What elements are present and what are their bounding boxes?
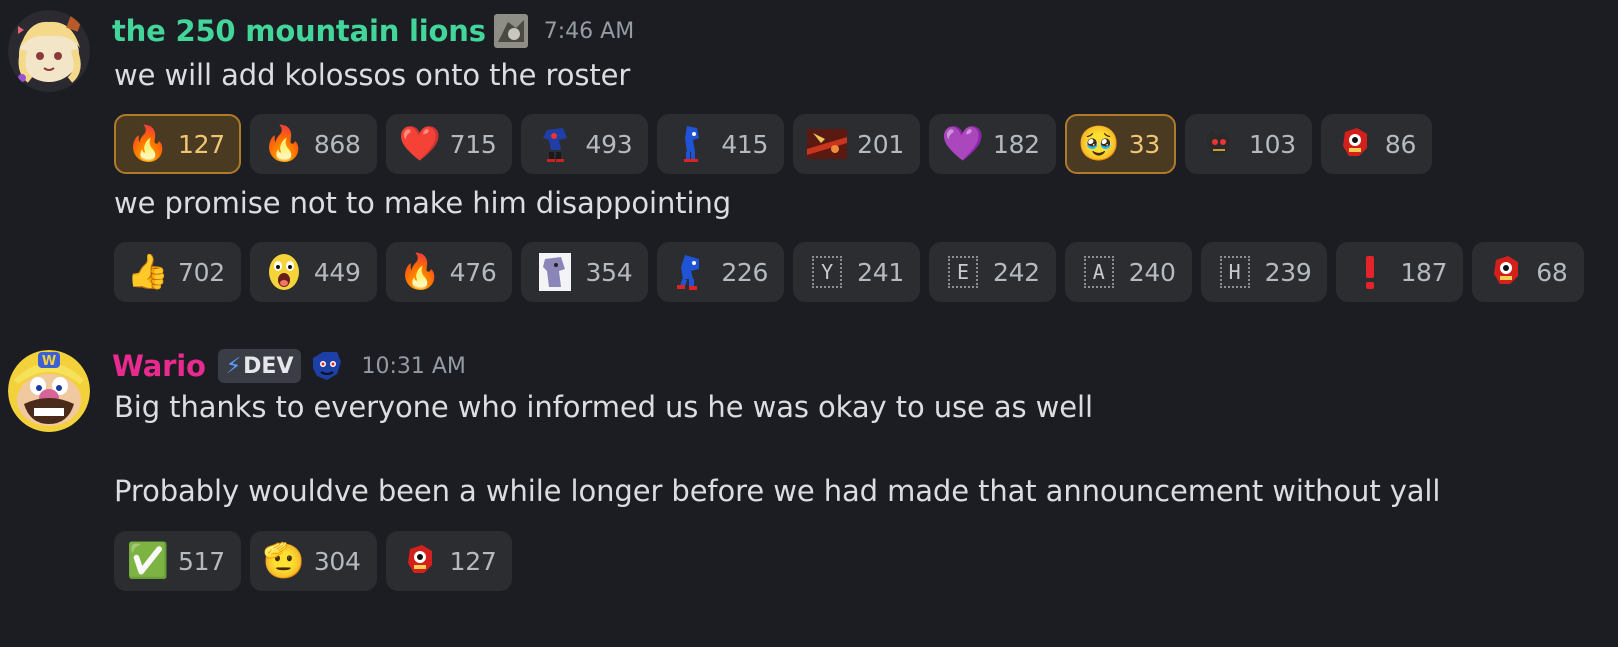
letter-e-icon: E [943, 252, 983, 292]
sonic-run-icon [671, 252, 711, 292]
thumbs-up-icon: 👍 [126, 252, 170, 292]
reaction-count: 239 [1264, 257, 1312, 287]
reaction-saluting-face[interactable]: 🫡 304 [249, 531, 377, 591]
reaction-count: 68 [1536, 257, 1568, 287]
knuckles-sprite-icon [1335, 124, 1375, 164]
holding-back-tears-icon: 🥹 [1077, 124, 1120, 164]
sonic-exe-icon [309, 348, 345, 384]
reaction-thumbs-up[interactable]: 👍 702 [114, 242, 241, 302]
reaction-fire[interactable]: 🔥 868 [249, 114, 377, 174]
reaction-letter-e[interactable]: E 242 [928, 242, 1056, 302]
reaction-custom[interactable]: 201 [793, 114, 920, 174]
reaction-custom[interactable]: 127 [385, 531, 513, 591]
sonic-sprite-icon [671, 124, 711, 164]
reaction-count: 103 [1249, 129, 1296, 159]
reaction-check-mark[interactable]: ✅ 517 [114, 531, 241, 591]
timestamp[interactable]: 7:46 AM [544, 19, 634, 44]
knuckles-sprite-icon [400, 541, 440, 581]
reaction-fire[interactable]: 🔥 127 [114, 114, 241, 174]
reaction-custom[interactable]: 415 [657, 114, 785, 174]
reaction-count: 226 [721, 257, 769, 287]
letter-h-icon: H [1215, 252, 1255, 292]
reaction-count: 702 [178, 257, 225, 287]
reaction-holding-back-tears[interactable]: 🥹 33 [1064, 114, 1177, 174]
reaction-count: 187 [1400, 257, 1448, 287]
reaction-count: 415 [721, 129, 769, 159]
reaction-count: 240 [1128, 257, 1176, 287]
message-header: the 250 mountain lions 7:46 AM [112, 14, 634, 48]
fire-icon: 🔥 [262, 124, 305, 164]
knuckles-sprite-icon [1486, 252, 1526, 292]
svg-text:W: W [42, 354, 56, 369]
reaction-custom[interactable]: 86 [1320, 114, 1433, 174]
saluting-face-icon: 🫡 [262, 541, 305, 581]
timestamp[interactable]: 10:31 AM [361, 354, 465, 379]
purple-heart-icon: 💜 [941, 124, 985, 164]
avatar[interactable]: W [8, 350, 90, 432]
surprised-face-icon [264, 252, 304, 292]
red-scene-icon [807, 124, 848, 164]
message-text: we will add kolossos onto the roster [114, 58, 631, 92]
reaction-custom[interactable]: 68 [1472, 242, 1584, 302]
reaction-count: 868 [313, 129, 361, 159]
reactions-bar: 👍 702 449 🔥 476 354 226 Y 241 E 242 A 24… [114, 242, 1584, 302]
reaction-count: 715 [449, 129, 497, 159]
reaction-letter-a[interactable]: A 240 [1064, 242, 1192, 302]
reaction-custom[interactable]: 493 [521, 114, 649, 174]
reaction-count: 242 [992, 257, 1040, 287]
fire-icon: 🔥 [126, 124, 170, 164]
letter-y-icon: Y [807, 252, 847, 292]
reaction-count: 493 [585, 129, 633, 159]
role-badge-label: DEV [243, 353, 294, 379]
reaction-custom[interactable]: 449 [249, 242, 377, 302]
message-text: Big thanks to everyone who informed us h… [114, 390, 1093, 424]
reaction-count: 201 [857, 129, 904, 159]
letter-a-icon: A [1079, 252, 1119, 292]
reaction-count: 517 [178, 546, 225, 576]
role-badge[interactable]: ⚡ DEV [217, 349, 302, 383]
reactions-bar: 🔥 127 🔥 868 ❤️ 715 493 415 201 💜 182 🥹 3… [114, 114, 1433, 174]
reaction-custom[interactable]: 226 [657, 242, 785, 302]
reactions-bar: ✅ 517 🫡 304 127 [114, 531, 513, 591]
message-text: Probably wouldve been a while longer bef… [114, 474, 1441, 508]
reaction-purple-heart[interactable]: 💜 182 [928, 114, 1056, 174]
username[interactable]: Wario [112, 349, 206, 383]
reaction-custom[interactable]: 103 [1185, 114, 1312, 174]
reaction-count: 127 [449, 546, 497, 576]
lightning-icon: ⚡ [225, 353, 242, 379]
role-icon [493, 14, 528, 48]
message-header: Wario ⚡ DEV 10:31 AM [112, 348, 466, 384]
reaction-count: 127 [178, 129, 225, 159]
username[interactable]: the 250 mountain lions [112, 14, 486, 48]
message-text: we promise not to make him disappointing [114, 186, 732, 220]
reaction-count: 33 [1128, 129, 1161, 159]
check-mark-icon: ✅ [126, 541, 170, 581]
reaction-heart[interactable]: ❤️ 715 [385, 114, 513, 174]
reaction-exclamation[interactable]: 187 [1336, 242, 1464, 302]
sonic-portrait-icon [535, 252, 575, 292]
reaction-count: 449 [313, 257, 361, 287]
exclamation-icon [1350, 252, 1390, 292]
reaction-fire[interactable]: 🔥 476 [385, 242, 513, 302]
reaction-letter-h[interactable]: H 239 [1200, 242, 1328, 302]
fire-icon: 🔥 [398, 252, 441, 292]
reaction-count: 182 [992, 129, 1040, 159]
reaction-custom[interactable]: 354 [521, 242, 649, 302]
dark-creature-icon [1199, 124, 1239, 164]
red-heart-icon: ❤️ [398, 124, 441, 164]
avatar[interactable] [8, 10, 90, 92]
reaction-count: 241 [857, 257, 904, 287]
reaction-count: 476 [449, 257, 497, 287]
sonic-exe-sprite-icon [535, 124, 575, 164]
reaction-count: 86 [1384, 129, 1417, 159]
reaction-letter-y[interactable]: Y 241 [793, 242, 920, 302]
reaction-count: 304 [313, 546, 361, 576]
reaction-count: 354 [585, 257, 633, 287]
